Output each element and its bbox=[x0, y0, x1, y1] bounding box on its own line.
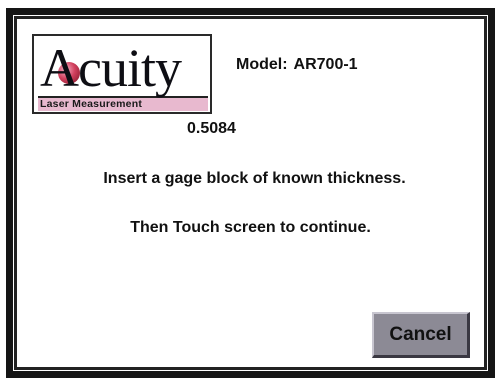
touch-screen[interactable]: Acuity Laser Measurement Model: AR700-1 0… bbox=[0, 0, 501, 386]
acuity-logo: Acuity Laser Measurement bbox=[32, 34, 212, 114]
logo-brand: Acuity bbox=[40, 38, 182, 98]
instruction-line-2: Then Touch screen to continue. bbox=[130, 219, 371, 236]
instruction-line-1: Insert a gage block of known thickness. bbox=[103, 170, 406, 187]
measurement-reading: 0.5084 bbox=[187, 120, 236, 137]
model-info: Model: AR700-1 bbox=[236, 56, 358, 74]
model-label: Model: bbox=[236, 56, 288, 73]
cancel-button[interactable]: Cancel bbox=[372, 312, 470, 358]
model-value: AR700-1 bbox=[293, 56, 358, 73]
